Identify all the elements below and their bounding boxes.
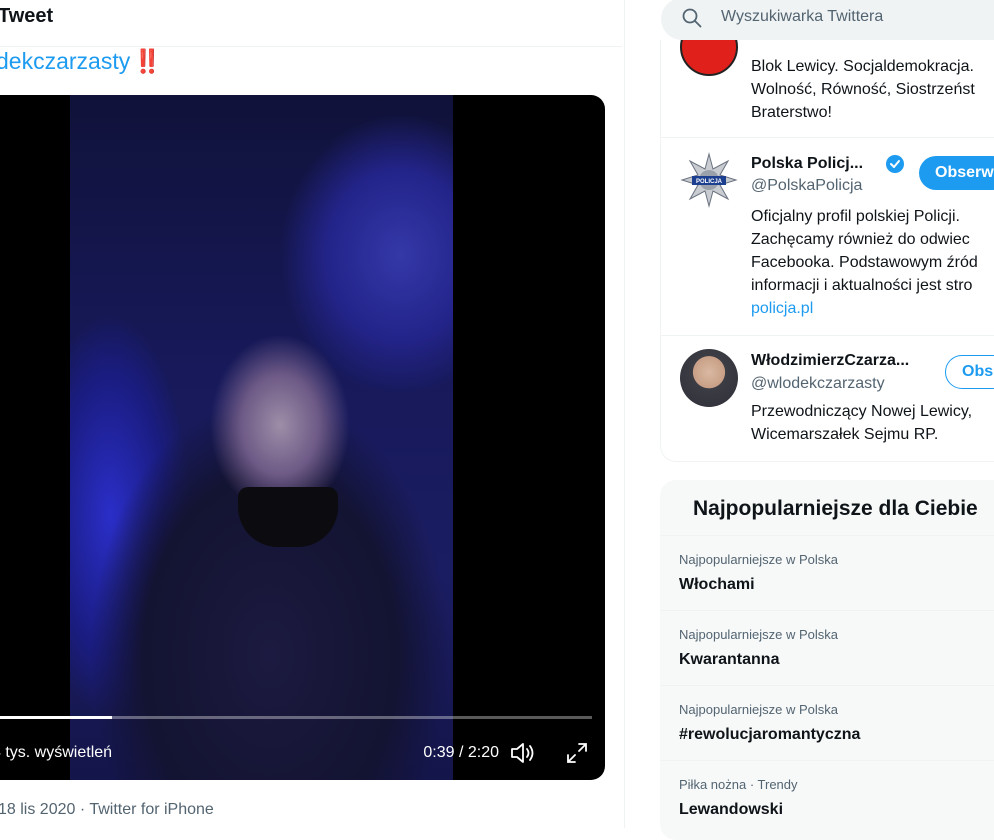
search-icon — [682, 8, 702, 28]
volume-icon[interactable] — [509, 741, 535, 765]
tweet-column: Tweet dekczarzasty ‼️ 4 tys. wyświetleń 0… — [0, 0, 625, 828]
tweet-timestamp[interactable]: 18 lis 2020 · Twitter for iPhone — [0, 801, 214, 819]
police-badge-avatar[interactable]: POLICJA — [680, 151, 738, 209]
video-progress-bar[interactable] — [0, 716, 592, 719]
trend-topic[interactable]: Włochami — [679, 576, 755, 594]
verified-badge-icon — [886, 155, 904, 173]
bio-link[interactable]: policja.pl — [751, 297, 978, 320]
account-item[interactable]: Blok Lewicy. Socjaldemokracja. Wolność, … — [661, 40, 994, 138]
avatar-badge-text: POLICJA — [696, 179, 723, 185]
double-exclamation-emoji: ‼️ — [133, 48, 162, 74]
trend-topic[interactable]: #rewolucjaromantyczna — [679, 726, 860, 744]
trends-panel: Najpopularniejsze dla Ciebie Najpopularn… — [660, 480, 994, 840]
trend-context: Najpopularniejsze w Polska — [679, 552, 838, 567]
search-box[interactable] — [661, 0, 994, 40]
video-frame-detail — [238, 487, 338, 547]
account-bio: Przewodniczący Nowej Lewicy, Wicemarszał… — [751, 403, 973, 443]
video-view-count: 4 tys. wyświetleń — [0, 744, 113, 761]
video-frame[interactable] — [70, 95, 453, 780]
avatar[interactable] — [680, 349, 738, 407]
trends-title: Najpopularniejsze dla Ciebie — [693, 497, 978, 520]
trend-topic[interactable]: Kwarantanna — [679, 651, 779, 669]
trend-item[interactable]: Najpopularniejsze w Polska Włochami — [660, 535, 994, 610]
trend-context: Najpopularniejsze w Polska — [679, 627, 838, 642]
trend-topic[interactable]: Lewandowski — [679, 801, 783, 819]
account-handle: @wlodekczarzasty — [751, 375, 885, 392]
video-time: 0:39 / 2:20 — [423, 744, 499, 761]
account-item[interactable]: WłodzimierzCzarza... @wlodekczarzasty Ob… — [661, 335, 994, 461]
account-name[interactable]: Polska Policj... — [751, 155, 863, 173]
tweet-header: Tweet — [0, 0, 622, 47]
trend-item[interactable]: Najpopularniejsze w Polska Kwarantanna — [660, 610, 994, 685]
tweet-text: dekczarzasty ‼️ — [0, 48, 162, 75]
mention-link[interactable]: dekczarzasty — [0, 48, 130, 74]
video-player[interactable]: 4 tys. wyświetleń 0:39 / 2:20 — [0, 95, 605, 780]
video-progress-fill — [0, 716, 112, 719]
account-bio: Blok Lewicy. Socjaldemokracja. Wolność, … — [751, 58, 975, 121]
follow-button[interactable]: Obs — [945, 355, 994, 389]
avatar[interactable] — [680, 40, 738, 76]
police-star-icon: POLICJA — [680, 152, 738, 208]
trend-context: Najpopularniejsze w Polska — [679, 702, 838, 717]
page-title: Tweet — [0, 5, 54, 27]
account-handle: @PolskaPolicja — [751, 177, 863, 194]
trend-item[interactable]: Piłka nożna · Trendy Lewandowski — [660, 760, 994, 835]
account-item[interactable]: POLICJA Polska Policj... @PolskaPolicja … — [661, 137, 994, 336]
search-input[interactable] — [721, 8, 994, 26]
follow-button[interactable]: Obserw — [919, 156, 994, 190]
fullscreen-icon[interactable] — [565, 741, 589, 765]
account-name[interactable]: WłodzimierzCzarza... — [751, 352, 909, 370]
account-bio: Oficjalny profil polskiej Policji. Zachę… — [751, 205, 978, 320]
trend-context: Piłka nożna · Trendy — [679, 777, 798, 792]
who-to-follow-panel: Blok Lewicy. Socjaldemokracja. Wolność, … — [660, 40, 994, 462]
trend-item[interactable]: Najpopularniejsze w Polska #rewolucjarom… — [660, 685, 994, 760]
